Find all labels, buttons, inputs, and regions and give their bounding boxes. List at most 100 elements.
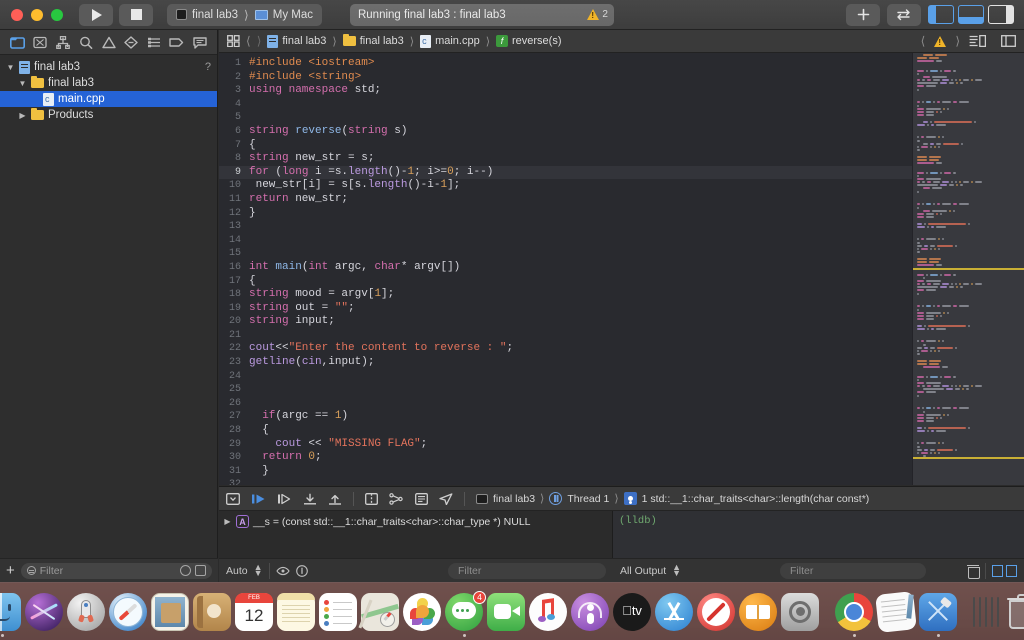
previous-issue-button[interactable]: ⟨ [921,34,926,48]
scheme-selector[interactable]: final lab3 ⟩ My Mac [167,3,322,26]
editor-minimap[interactable] [912,53,1024,485]
code-line[interactable]: 4 [219,98,912,112]
code-line[interactable]: 6 string reverse(string s) [219,125,912,139]
dock-item-siri[interactable] [25,592,63,631]
variables-filter-input[interactable]: Filter [448,562,606,579]
add-file-button[interactable]: + [6,563,15,578]
dock-item-facetime[interactable] [487,592,525,631]
dock-item-maps[interactable] [358,592,399,631]
disclosure-triangle-icon[interactable]: ▼ [18,79,27,88]
traffic-lights[interactable] [0,8,63,21]
tree-item-main-cpp[interactable]: ▶ main.cpp [0,91,217,107]
console-actions[interactable] [960,559,1024,583]
run-button[interactable] [79,3,113,26]
split-editor-icon[interactable] [1001,35,1016,47]
code-line[interactable]: 11 return new_str; [219,193,912,207]
code-line[interactable]: 31 } [219,465,912,479]
dock-minimized-chrome-window-2[interactable] [991,596,993,627]
code-line[interactable]: 15 [219,247,912,261]
editor-jump-bar[interactable]: ⟨ ⟩ final lab3 ⟩ final lab3 ⟩ main.cpp ⟩… [219,30,1024,53]
dock-item-appletv[interactable]: tv [613,592,651,631]
dock-item-notes[interactable] [277,592,315,631]
console-filter-input[interactable]: Filter [780,562,926,579]
dock-item-no-entry[interactable] [697,592,735,631]
code-line[interactable]: 2 #include <string> [219,71,912,85]
variables-scope-controls[interactable]: Auto ▲ ▼ [219,559,441,583]
disclosure-triangle-icon[interactable]: ▼ [6,63,15,72]
chevron-updown-icon[interactable]: ▲ ▼ [672,563,681,578]
navigator-tab-reports[interactable] [188,32,211,52]
code-line[interactable]: 16 int main(int argc, char* argv[]) [219,261,912,275]
environment-overrides-icon[interactable] [415,492,428,505]
code-line[interactable]: 12} [219,207,912,221]
debug-memory-graph-icon[interactable] [389,492,404,505]
dock-item-xcode[interactable] [919,592,957,637]
simulate-location-icon[interactable] [439,492,453,505]
jumpbar-crumb-project[interactable]: final lab3 [267,34,326,48]
navigator-tab-bar[interactable] [0,30,217,55]
console-view[interactable]: (lldb) [613,511,1024,559]
show-console-icon[interactable] [1006,564,1017,577]
chevron-updown-icon[interactable]: ▲ ▼ [254,563,263,578]
minimap-toggle-icon[interactable] [969,35,986,47]
dock-item-podcasts[interactable] [571,592,609,631]
next-issue-button[interactable]: ⟩ [955,34,960,48]
code-line[interactable]: 14 [219,234,912,248]
tree-item-group[interactable]: ▼ final lab3 [0,75,217,91]
info-icon[interactable] [295,564,308,577]
dock-item-launchpad[interactable] [67,592,105,631]
console-output-selector[interactable]: All Output ▲ ▼ [613,559,773,583]
dock-item-books[interactable] [739,592,777,631]
tree-item-project[interactable]: ▼ final lab3 ? [0,59,217,75]
variables-filter[interactable]: Filter [441,559,613,583]
variables-view[interactable]: ▶ A __s = (const std::__1::char_traits<c… [219,511,613,559]
dock-item-calendar[interactable]: FEB 12 [235,592,273,631]
help-icon[interactable]: ? [205,61,211,73]
code-line[interactable]: 32 [219,478,912,485]
jumpbar-crumb-file[interactable]: main.cpp [420,34,480,48]
code-line[interactable]: 21 [219,329,912,343]
dock-item-appstore[interactable] [655,592,693,631]
debug-view-hierarchy-icon[interactable] [365,492,378,505]
navigator-filter-input[interactable]: Filter [20,562,212,579]
code-line[interactable]: 28 { [219,424,912,438]
code-line[interactable]: 5 [219,111,912,125]
code-line[interactable]: 17 { [219,275,912,289]
warning-triangle-icon[interactable] [934,35,947,47]
disclosure-triangle-icon[interactable]: ▶ [223,517,232,526]
stop-button[interactable] [119,3,153,26]
navigator-tab-find[interactable] [74,32,97,52]
show-variables-icon[interactable] [992,564,1003,577]
toggle-inspector-button[interactable] [988,5,1014,24]
add-editor-button[interactable] [846,3,880,26]
code-line[interactable]: 8 string new_str = s; [219,152,912,166]
code-line[interactable]: 13 [219,220,912,234]
macos-dock[interactable]: FEB12 4 tv [0,582,1024,640]
dock-minimized-terminal-window[interactable] [979,596,981,627]
navigator-tab-source-control[interactable] [29,32,52,52]
step-into-icon[interactable] [303,493,317,505]
dock-item-photos[interactable] [403,592,441,631]
navigator-tab-project[interactable] [6,32,29,52]
source-code-view[interactable]: 1 #include <iostream> 2 #include <string> 3 u… [219,53,912,485]
toggle-editor-mode-button[interactable] [887,3,921,26]
code-line[interactable]: 9 for (long i =s.length()-1; i>=0; i--) [219,165,912,180]
panel-toggle-group[interactable] [928,5,1014,24]
step-over-icon[interactable] [277,493,292,505]
code-line[interactable]: 1 #include <iostream> [219,57,912,71]
navigator-tab-symbols[interactable] [52,32,75,52]
toggle-navigator-button[interactable] [928,5,954,24]
code-line[interactable]: 30 return 0; [219,451,912,465]
code-line[interactable]: 27 if(argc == 1) [219,410,912,424]
clear-console-icon[interactable] [967,564,980,579]
dock-item-chrome[interactable] [835,592,873,637]
jumpbar-crumb-group[interactable]: final lab3 [342,33,404,47]
navigate-back-button[interactable]: ⟨ [246,34,251,48]
code-line[interactable]: 26 [219,397,912,411]
related-items-icon[interactable] [227,35,240,47]
dock-item-textedit[interactable] [875,590,917,633]
dock-minimized-chrome-window-1[interactable] [985,596,987,627]
dock-minimized-video-window[interactable] [997,596,999,627]
code-line[interactable]: 20 string input; [219,315,912,329]
navigator-tab-debug[interactable] [143,32,166,52]
